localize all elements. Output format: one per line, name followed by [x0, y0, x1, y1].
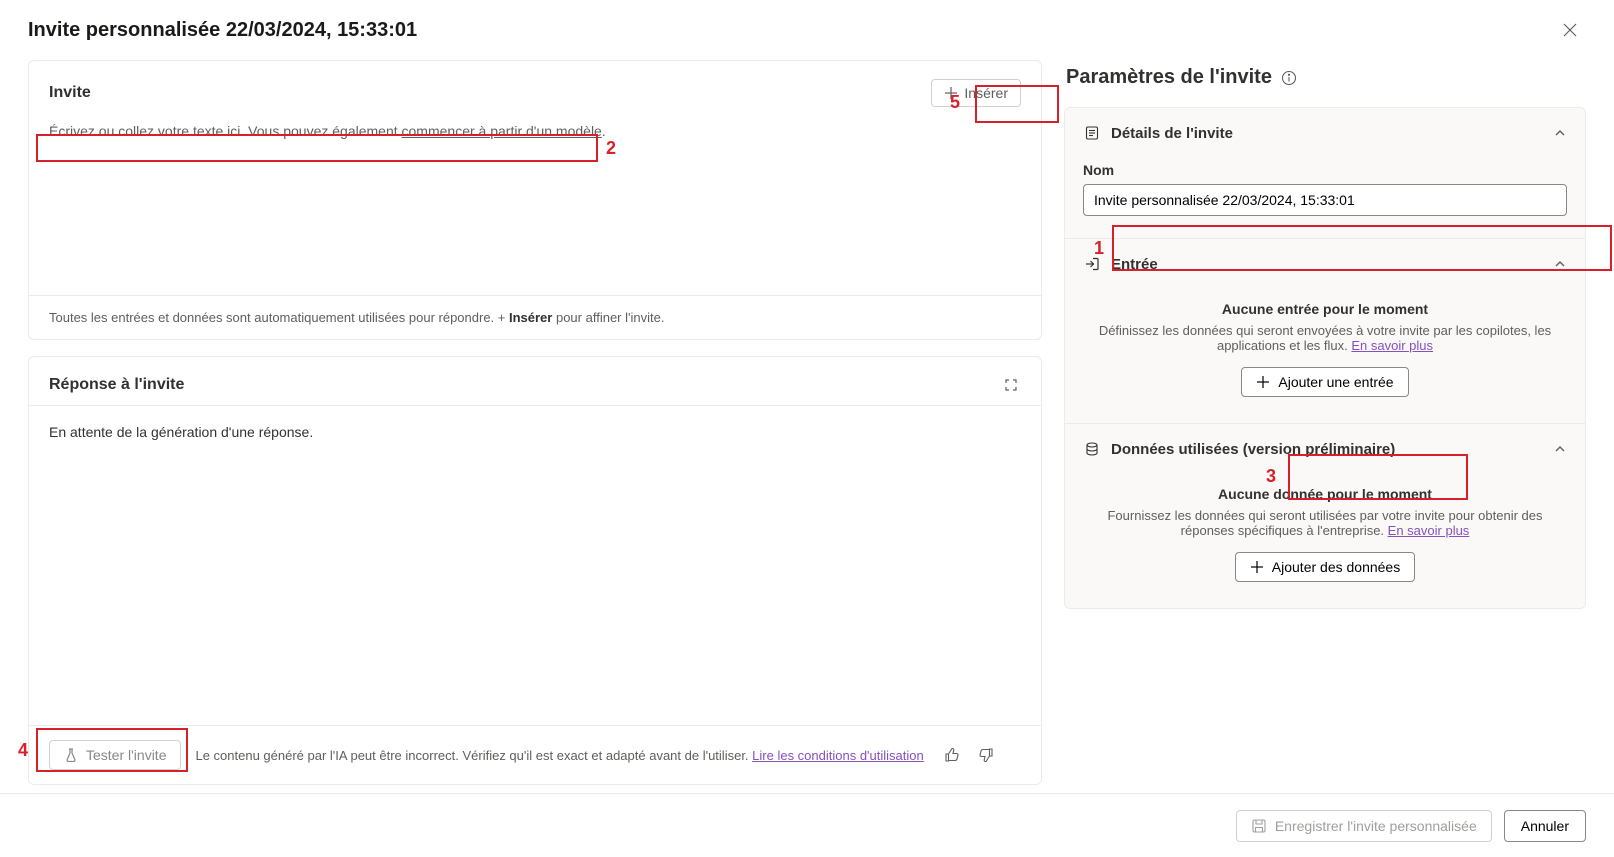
- plus-icon: [1250, 560, 1264, 574]
- name-label: Nom: [1083, 162, 1567, 184]
- settings-title: Paramètres de l'invite: [1066, 66, 1272, 89]
- input-empty-desc: Définissez les données qui seront envoyé…: [1093, 323, 1557, 353]
- chevron-up-icon: [1553, 126, 1567, 140]
- invite-hint: Toutes les entrées et données sont autom…: [29, 295, 1041, 339]
- page-header: Invite personnalisée 22/03/2024, 15:33:0…: [0, 0, 1614, 60]
- chevron-up-icon: [1553, 257, 1567, 271]
- data-empty-desc: Fournissez les données qui seront utilis…: [1093, 508, 1557, 538]
- thumbs-up-icon[interactable]: [944, 747, 960, 763]
- details-header[interactable]: Détails de l'invite: [1065, 108, 1585, 158]
- input-learn-more-link[interactable]: En savoir plus: [1351, 338, 1433, 353]
- close-button[interactable]: [1554, 18, 1586, 42]
- left-column: Invite Insérer Écrivez ou collez votre t…: [28, 60, 1042, 785]
- details-icon: [1083, 124, 1101, 142]
- add-input-button[interactable]: Ajouter une entrée: [1241, 367, 1408, 397]
- details-body: Nom: [1065, 158, 1585, 238]
- invite-hint-bold: Insérer: [509, 310, 552, 325]
- input-section: Entrée Aucune entrée pour le moment Défi…: [1065, 239, 1585, 424]
- insert-button[interactable]: Insérer: [931, 79, 1021, 107]
- input-header-label: Entrée: [1111, 256, 1158, 273]
- settings-accordion: Détails de l'invite Nom: [1064, 107, 1586, 609]
- ai-disclaimer: Le contenu généré par l'IA peut être inc…: [195, 748, 923, 763]
- data-icon: [1083, 440, 1101, 458]
- save-button[interactable]: Enregistrer l'invite personnalisée: [1236, 810, 1492, 842]
- cancel-button[interactable]: Annuler: [1504, 810, 1586, 842]
- response-card: Réponse à l'invite En attente de la géné…: [28, 356, 1042, 785]
- save-button-label: Enregistrer l'invite personnalisée: [1275, 818, 1477, 834]
- add-data-label: Ajouter des données: [1272, 559, 1400, 575]
- start-from-template-link[interactable]: commencer à partir d'un modèle: [402, 123, 602, 139]
- test-prompt-label: Tester l'invite: [86, 747, 166, 763]
- insert-button-label: Insérer: [964, 85, 1008, 101]
- add-input-label: Ajouter une entrée: [1278, 374, 1393, 390]
- plus-icon: [944, 86, 958, 100]
- info-icon[interactable]: [1280, 69, 1298, 87]
- flask-icon: [64, 748, 78, 762]
- test-prompt-button[interactable]: Tester l'invite: [49, 740, 181, 770]
- save-icon: [1251, 818, 1267, 834]
- response-body: En attente de la génération d'une répons…: [29, 406, 1041, 725]
- settings-panel: Paramètres de l'invite Détails de l'invi…: [1064, 60, 1586, 785]
- add-data-button[interactable]: Ajouter des données: [1235, 552, 1415, 582]
- invite-title: Invite: [49, 84, 91, 102]
- data-learn-more-link[interactable]: En savoir plus: [1388, 523, 1470, 538]
- main-content: Invite Insérer Écrivez ou collez votre t…: [0, 60, 1614, 785]
- invite-hint-prefix: Toutes les entrées et données sont autom…: [49, 310, 509, 325]
- data-header-label: Données utilisées (version préliminaire): [1111, 441, 1395, 458]
- thumbs-down-icon[interactable]: [978, 747, 994, 763]
- invite-placeholder-suffix: .: [602, 123, 606, 139]
- data-header[interactable]: Données utilisées (version préliminaire): [1065, 424, 1585, 474]
- data-empty-title: Aucune donnée pour le moment: [1093, 486, 1557, 502]
- data-empty-state: Aucune donnée pour le moment Fournissez …: [1083, 478, 1567, 586]
- input-empty-state: Aucune entrée pour le moment Définissez …: [1083, 293, 1567, 401]
- input-body: Aucune entrée pour le moment Définissez …: [1065, 289, 1585, 423]
- invite-textarea[interactable]: Écrivez ou collez votre texte ici. Vous …: [29, 115, 1041, 295]
- page-footer: Enregistrer l'invite personnalisée Annul…: [0, 793, 1614, 857]
- input-icon: [1083, 255, 1101, 273]
- invite-card: Invite Insérer Écrivez ou collez votre t…: [28, 60, 1042, 340]
- input-empty-title: Aucune entrée pour le moment: [1093, 301, 1557, 317]
- expand-icon[interactable]: [1001, 375, 1021, 395]
- close-icon: [1562, 22, 1578, 38]
- data-body: Aucune donnée pour le moment Fournissez …: [1065, 474, 1585, 608]
- invite-placeholder-prefix: Écrivez ou collez votre texte ici. Vous …: [49, 123, 402, 139]
- ai-disclaimer-text: Le contenu généré par l'IA peut être inc…: [195, 748, 752, 763]
- name-input[interactable]: [1083, 184, 1567, 216]
- feedback-icons: [944, 747, 994, 763]
- invite-hint-suffix: pour affiner l'invite.: [552, 310, 664, 325]
- page-title: Invite personnalisée 22/03/2024, 15:33:0…: [28, 19, 417, 42]
- plus-icon: [1256, 375, 1270, 389]
- settings-header: Paramètres de l'invite: [1064, 60, 1586, 107]
- response-header: Réponse à l'invite: [29, 357, 1041, 406]
- chevron-up-icon: [1553, 442, 1567, 456]
- response-title: Réponse à l'invite: [49, 376, 184, 394]
- input-empty-desc-text: Définissez les données qui seront envoyé…: [1099, 323, 1551, 353]
- terms-link[interactable]: Lire les conditions d'utilisation: [752, 748, 924, 763]
- details-header-label: Détails de l'invite: [1111, 125, 1233, 142]
- data-section: Données utilisées (version préliminaire)…: [1065, 424, 1585, 608]
- response-footer: Tester l'invite Le contenu généré par l'…: [29, 725, 1041, 784]
- invite-header: Invite Insérer: [29, 61, 1041, 115]
- input-header[interactable]: Entrée: [1065, 239, 1585, 289]
- details-section: Détails de l'invite Nom: [1065, 108, 1585, 239]
- data-empty-desc-text: Fournissez les données qui seront utilis…: [1107, 508, 1542, 538]
